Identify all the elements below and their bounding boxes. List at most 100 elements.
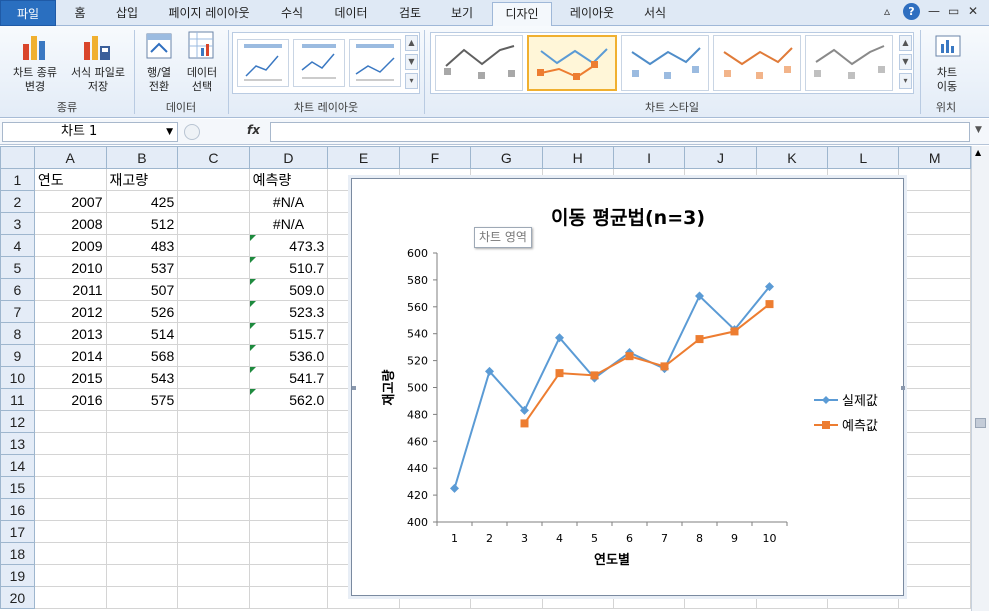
cell[interactable]: 2015 [33,366,107,389]
cell[interactable] [105,454,179,477]
cell[interactable] [105,476,179,499]
row-header[interactable]: 5 [0,256,35,279]
column-header[interactable]: I [612,146,686,169]
cell[interactable]: 568 [105,344,179,367]
row-header[interactable]: 6 [0,278,35,301]
row-header[interactable]: 11 [0,388,35,411]
column-header[interactable]: J [684,146,757,169]
row-header[interactable]: 3 [0,212,35,235]
cell[interactable] [898,586,971,609]
cell[interactable] [248,564,329,587]
cell[interactable] [177,586,250,609]
vertical-scrollbar[interactable]: ▲ [971,146,989,611]
cell[interactable] [33,520,107,543]
data-point-marker[interactable] [555,369,564,378]
column-header[interactable]: M [898,146,971,169]
resize-handle[interactable] [901,386,913,390]
cell[interactable]: 509.0 [248,278,329,301]
row-header[interactable]: 10 [0,366,35,389]
cell[interactable]: 523.3 [248,300,329,323]
row-header[interactable]: 16 [0,498,35,521]
cell[interactable] [898,454,971,477]
formula-expand-icon[interactable] [184,124,200,140]
cell[interactable]: 483 [105,234,179,257]
cell[interactable] [177,476,250,499]
cell[interactable]: 2011 [33,278,107,301]
minimize-icon[interactable]: — [928,4,940,18]
style-thumb-1[interactable] [435,35,523,91]
row-header[interactable]: 7 [0,300,35,323]
data-point-marker[interactable] [660,362,669,371]
cell[interactable] [898,410,971,433]
row-header[interactable]: 17 [0,520,35,543]
cell[interactable] [898,300,971,323]
row-header[interactable]: 14 [0,454,35,477]
cell[interactable] [33,432,107,455]
row-header[interactable]: 9 [0,344,35,367]
cell[interactable]: 510.7 [248,256,329,279]
column-header[interactable]: G [470,146,543,169]
insert-function-icon[interactable]: fx [247,123,260,137]
column-header[interactable]: B [105,146,179,169]
cell[interactable] [898,278,971,301]
chart-area[interactable]: 이동 평균법(n=3) 400 420 440 460 480 500 520 540 560 58… [344,175,913,601]
tab-page-layout[interactable]: 페이지 레이아웃 [154,2,264,26]
cell[interactable] [177,564,250,587]
cell[interactable]: #N/A [248,190,329,213]
expand-formula-bar-icon[interactable]: ▼ [975,125,982,135]
column-header[interactable]: K [755,146,829,169]
tab-home[interactable]: 홈 [60,2,100,26]
cell[interactable] [898,322,971,345]
row-header[interactable]: 20 [0,586,35,609]
row-header[interactable]: 8 [0,322,35,345]
help-icon[interactable]: ? [903,3,920,20]
cell[interactable] [248,410,329,433]
cell[interactable]: 2014 [33,344,107,367]
column-header[interactable]: D [248,146,329,169]
data-point-marker[interactable] [695,335,704,344]
cell[interactable] [177,300,250,323]
style-scroll-down-icon[interactable]: ▼ [899,54,912,70]
cell[interactable]: 425 [105,190,179,213]
cell[interactable] [248,520,329,543]
cell[interactable]: 515.7 [248,322,329,345]
formula-input[interactable] [270,122,970,142]
cell[interactable] [177,168,250,191]
cell[interactable]: 473.3 [248,234,329,257]
cell[interactable] [105,586,179,609]
cell[interactable] [177,432,250,455]
cell[interactable] [898,388,971,411]
cell[interactable] [248,454,329,477]
cell[interactable]: 575 [105,388,179,411]
cell[interactable]: 541.7 [248,366,329,389]
cell[interactable]: 2010 [33,256,107,279]
minimize-ribbon-icon[interactable]: ▵ [884,4,890,18]
cell[interactable]: 512 [105,212,179,235]
row-header[interactable]: 12 [0,410,35,433]
cell[interactable] [33,564,107,587]
layout-more-icon[interactable]: ▾ [405,73,418,89]
cell[interactable]: 507 [105,278,179,301]
cell[interactable] [33,476,107,499]
cell[interactable] [177,322,250,345]
restore-icon[interactable]: ▭ [948,4,959,18]
tab-layout[interactable]: 레이아웃 [560,2,624,26]
layout-thumb-3[interactable] [349,39,401,87]
data-point-marker[interactable] [765,300,774,309]
scrollbar-thumb[interactable] [975,418,986,428]
cell[interactable] [177,190,250,213]
chevron-down-icon[interactable]: ▼ [166,123,173,141]
style-more-icon[interactable]: ▾ [899,73,912,89]
cell[interactable] [898,432,971,455]
cell[interactable]: 537 [105,256,179,279]
tab-review[interactable]: 검토 [388,2,432,26]
cell[interactable]: 2009 [33,234,107,257]
cell[interactable]: 526 [105,300,179,323]
cell[interactable] [33,542,107,565]
scroll-up-icon[interactable]: ▲ [975,148,981,157]
cell[interactable]: #N/A [248,212,329,235]
cell[interactable] [898,366,971,389]
tab-insert[interactable]: 삽입 [104,2,150,26]
cell[interactable] [248,586,329,609]
cell[interactable] [898,542,971,565]
